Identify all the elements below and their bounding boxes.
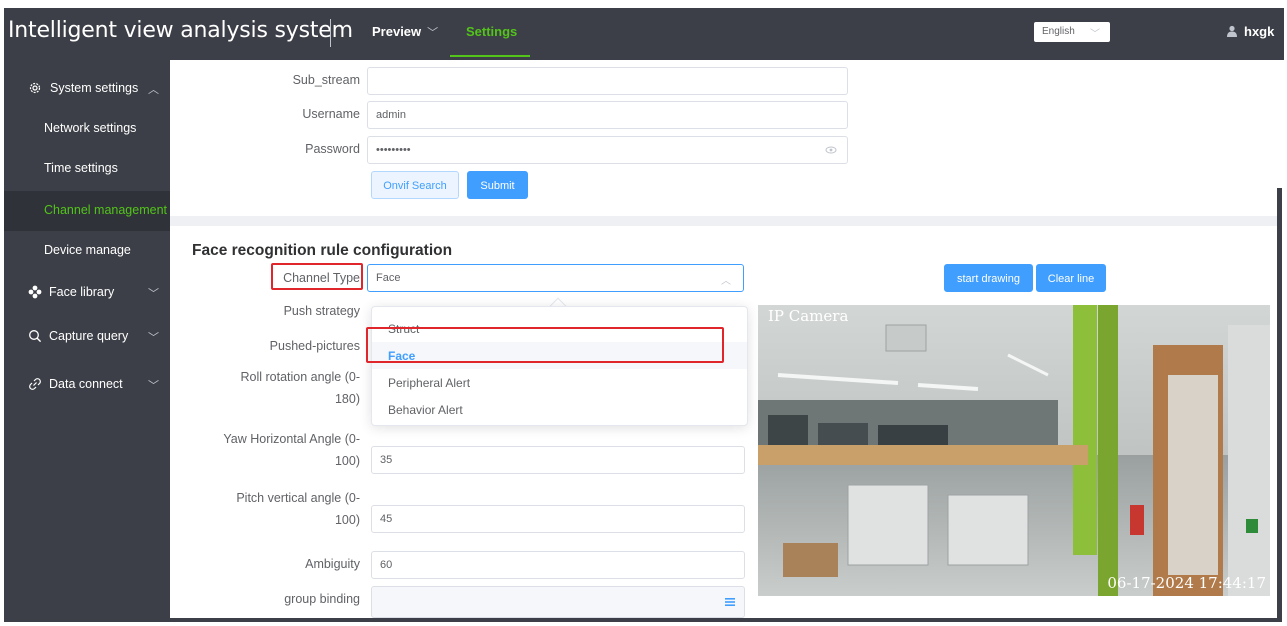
sidebar-item-label: Capture query [49,329,129,343]
sidebar-item-time-settings[interactable]: Time settings [4,149,170,189]
scrollbar-thumb[interactable] [1277,188,1282,622]
section-divider [170,216,1277,226]
sidebar-item-label: System settings [50,81,139,95]
username-input[interactable]: admin [367,101,848,129]
submit-button[interactable]: Submit [467,171,528,199]
app-window: Intelligent view analysis system Preview… [4,8,1284,622]
camera-preview[interactable]: IP Camera 06-17-2024 17:44:17 [758,305,1270,596]
group-binding-input[interactable] [371,586,745,618]
annotation-box-channel-type [271,263,363,290]
chevron-up-icon: ︿ [148,84,159,96]
language-value: English [1042,26,1075,37]
sidebar-item-face-library[interactable]: Face library ﹀ [4,273,170,313]
sidebar-item-label: Face library [49,285,115,299]
camera-scene-image [758,305,1270,596]
user-menu[interactable]: hxgk [1226,24,1274,39]
eye-icon[interactable] [825,144,837,156]
nav-preview[interactable]: Preview ﹀ [372,24,438,40]
nav-preview-label: Preview [372,24,422,39]
password-value: ••••••••• [376,144,411,156]
nav-settings[interactable]: Settings [466,24,517,39]
dropdown-option-peripheral-alert[interactable]: Peripheral Alert [372,369,747,396]
dropdown-option-behavior-alert[interactable]: Behavior Alert [372,396,747,423]
list-icon[interactable] [724,596,736,608]
chevron-down-icon: ﹀ [427,27,439,39]
chevron-down-icon: ﹀ [148,332,159,344]
channel-type-dropdown: Struct Face Peripheral Alert Behavior Al… [371,306,748,426]
yaw-angle-label: Yaw Horizontal Angle (0-100) [223,432,360,468]
sidebar: System settings ︿ Network settings Time … [4,60,170,622]
group-binding-label: group binding [284,592,360,606]
ambiguity-input[interactable]: 60 [371,551,745,579]
nav-active-indicator [450,55,530,57]
sidebar-item-system-settings[interactable]: System settings ︿ [4,69,170,109]
chevron-down-icon: ﹀ [148,380,159,392]
camera-timestamp: 06-17-2024 17:44:17 [1107,574,1266,592]
channel-type-select[interactable]: Face ︿ [367,264,744,292]
chevron-down-icon: ﹀ [1090,29,1100,40]
language-select[interactable]: English ﹀ [1034,22,1110,42]
sub-stream-label: Sub_stream [292,73,360,87]
app-title: Intelligent view analysis system [8,18,353,43]
roll-angle-label: Roll rotation angle (0-180) [240,370,360,406]
sidebar-item-label: Time settings [44,161,118,175]
username: hxgk [1244,24,1275,39]
chevron-up-icon: ︿ [721,276,731,287]
sidebar-item-label: Network settings [44,121,137,135]
sub-stream-input[interactable] [367,67,848,95]
gear-icon [29,82,41,94]
annotation-box-face-option [366,327,724,363]
yaw-angle-input[interactable]: 35 [371,446,745,474]
pitch-angle-label: Pitch vertical angle (0-100) [236,491,360,527]
sidebar-item-device-manage[interactable]: Device manage [4,231,170,271]
sidebar-item-capture-query[interactable]: Capture query ﹀ [4,317,170,357]
rule-section-title: Face recognition rule configuration [192,242,453,259]
clear-line-button[interactable]: Clear line [1036,264,1106,292]
sidebar-item-label: Device manage [44,243,131,257]
pushed-pictures-label: Pushed-pictures [269,339,360,353]
push-strategy-label: Push strategy [283,304,360,318]
password-label: Password [305,142,360,156]
search-icon [29,330,42,343]
password-input[interactable]: ••••••••• [367,136,848,164]
onvif-search-button[interactable]: Onvif Search [371,171,459,199]
sidebar-item-data-connect[interactable]: Data connect ﹀ [4,365,170,405]
ambiguity-label: Ambiguity [305,557,360,571]
sidebar-item-label: Data connect [49,377,123,391]
pitch-angle-input[interactable]: 45 [371,505,745,533]
link-icon [29,378,41,390]
bottom-border [170,618,1277,622]
chevron-down-icon: ﹀ [148,288,159,300]
title-divider [330,19,331,47]
channel-type-value: Face [376,272,401,284]
top-header: Intelligent view analysis system Preview… [4,8,1284,60]
sidebar-item-channel-management[interactable]: Channel management [4,191,170,231]
flower-icon [28,285,42,299]
camera-title: IP Camera [768,307,849,325]
sidebar-item-label: Channel management [44,203,167,217]
user-icon [1227,25,1237,37]
sidebar-item-network-settings[interactable]: Network settings [4,109,170,149]
main-content: Sub_stream Username admin Password •••••… [170,60,1277,622]
start-drawing-button[interactable]: start drawing [944,264,1033,292]
username-label: Username [302,107,360,121]
